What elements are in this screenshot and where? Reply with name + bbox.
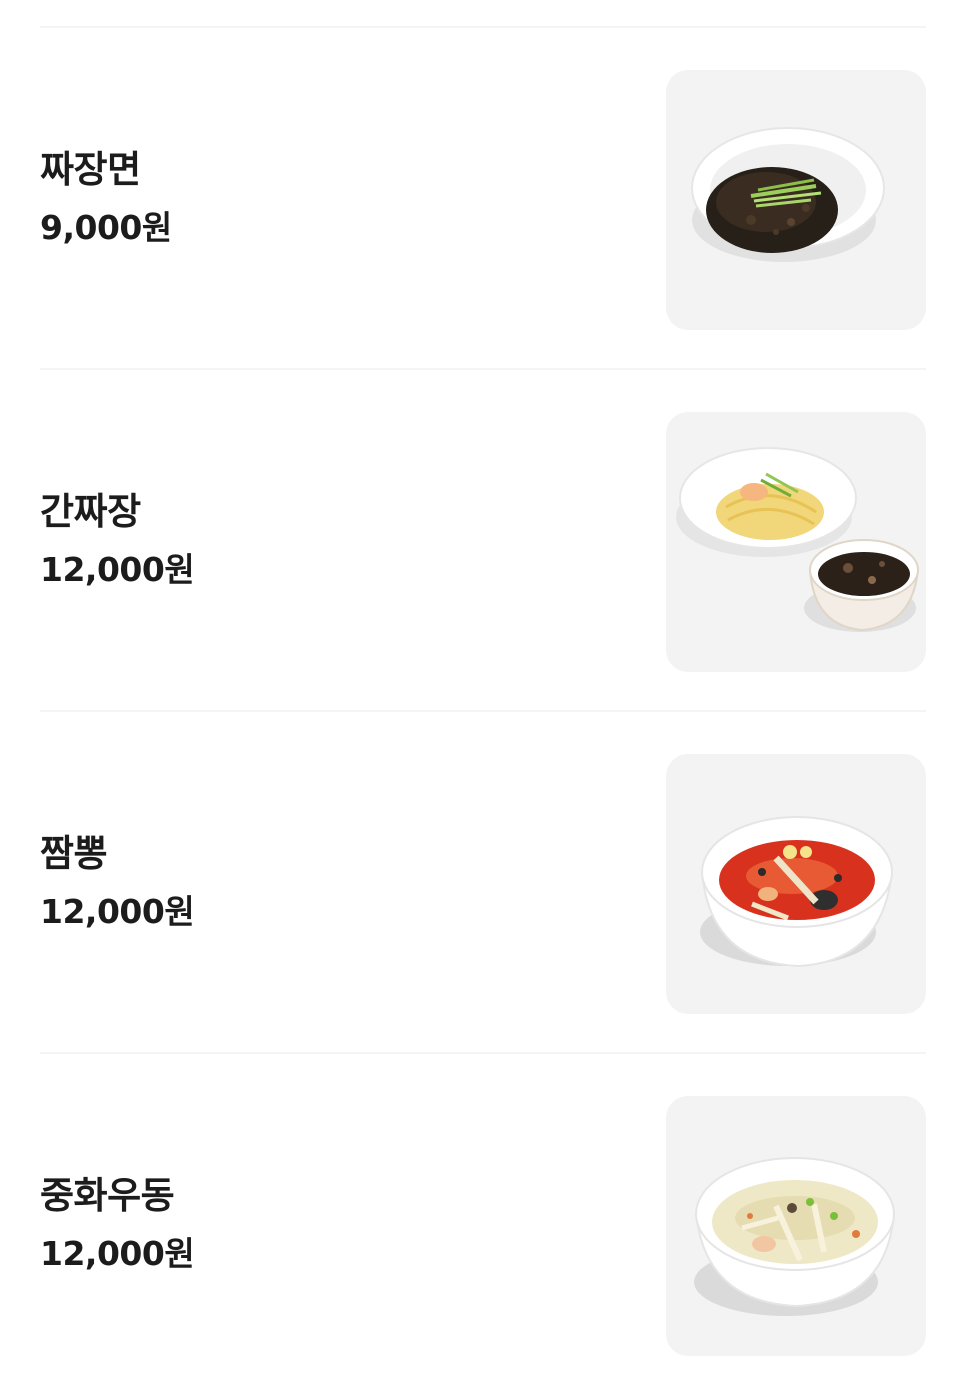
menu-item-name: 중화우동 (40, 1174, 175, 1217)
junghwa-udon-photo[interactable] (666, 1096, 926, 1356)
menu-item-price: 12,000원 (40, 550, 195, 589)
menu-item-price: 12,000원 (40, 1234, 195, 1273)
menu-list: 짜장면 9,000원 간짜장 12,000원 짬뽕 12,000원 중화우동 1… (40, 26, 926, 1396)
jjamppong-photo[interactable] (666, 754, 926, 1014)
ganjjajang-dish-image (676, 447, 920, 632)
menu-item-jjajangmyeon[interactable]: 짜장면 9,000원 (40, 28, 926, 370)
menu-item-price: 9,000원 (40, 208, 172, 247)
menu-item-name: 짬뽕 (40, 832, 108, 875)
jjajangmyeon-dish-image (691, 127, 885, 262)
menu-item-name: 짜장면 (40, 148, 141, 191)
menu-item-price: 12,000원 (40, 892, 195, 931)
menu-item-text: 짜장면 9,000원 (40, 146, 172, 252)
menu-item-name: 간짜장 (40, 490, 141, 533)
menu-item-ganjjajang[interactable]: 간짜장 12,000원 (40, 370, 926, 712)
menu-item-junghwa-udon[interactable]: 중화우동 12,000원 (40, 1054, 926, 1396)
jjajangmyeon-photo[interactable] (666, 70, 926, 330)
menu-item-text: 짬뽕 12,000원 (40, 830, 195, 936)
jjamppong-dish-image (700, 816, 894, 968)
menu-item-text: 중화우동 12,000원 (40, 1172, 195, 1278)
menu-item-text: 간짜장 12,000원 (40, 488, 195, 594)
menu-item-jjamppong[interactable]: 짬뽕 12,000원 (40, 712, 926, 1054)
junghwa-udon-dish-image (694, 1157, 896, 1316)
ganjjajang-photo[interactable] (666, 412, 926, 672)
